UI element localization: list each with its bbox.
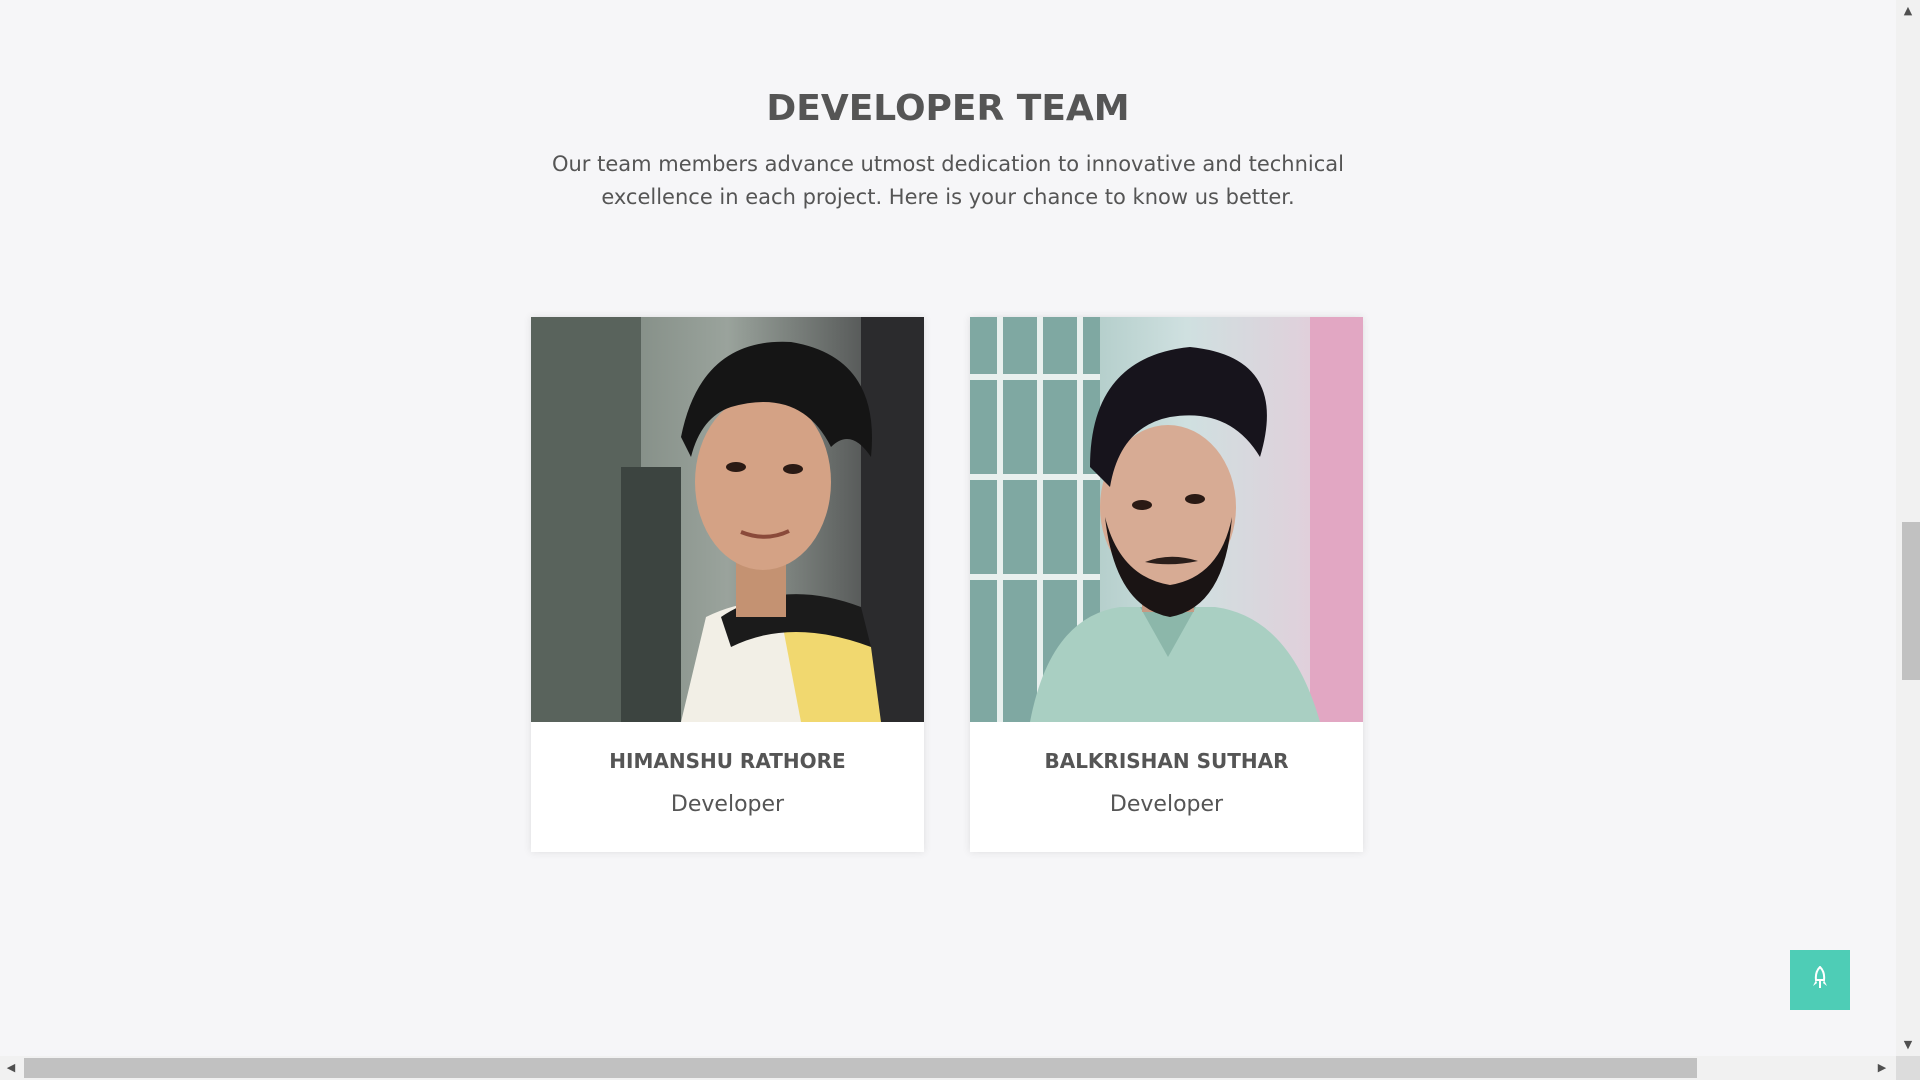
scroll-down-icon[interactable]: ▼ bbox=[1896, 1034, 1920, 1056]
section-title: DEVELOPER TEAM bbox=[766, 88, 1130, 129]
back-to-top-button[interactable] bbox=[1790, 950, 1850, 1010]
horizontal-scroll-thumb[interactable] bbox=[24, 1058, 1697, 1078]
scroll-left-icon[interactable]: ◀ bbox=[0, 1056, 22, 1080]
member-role: Developer bbox=[670, 792, 785, 817]
team-card-balkrishan: BALKRISHAN SUTHAR Developer bbox=[970, 317, 1363, 852]
vertical-scrollbar[interactable]: ▲ ▼ bbox=[1896, 0, 1920, 1056]
scroll-right-icon[interactable]: ▶ bbox=[1871, 1056, 1893, 1080]
section-subtitle: Our team members advance utmost dedicati… bbox=[551, 152, 1345, 209]
member-photo bbox=[970, 317, 1363, 722]
scroll-up-icon[interactable]: ▲ bbox=[1896, 0, 1920, 22]
horizontal-scrollbar[interactable]: ◀ ▶ bbox=[0, 1056, 1896, 1080]
team-card-himanshu: HIMANSHU RATHORE Developer bbox=[531, 317, 924, 852]
vertical-scroll-thumb[interactable] bbox=[1902, 522, 1920, 680]
member-role: Developer bbox=[1109, 792, 1224, 817]
member-name: HIMANSHU RATHORE bbox=[609, 749, 846, 773]
member-photo bbox=[531, 317, 924, 722]
rocket-icon bbox=[1811, 965, 1829, 994]
page-viewport: DEVELOPER TEAM Our team members advance … bbox=[0, 0, 1896, 1056]
member-name: BALKRISHAN SUTHAR bbox=[1044, 749, 1289, 773]
scrollbar-corner bbox=[1896, 1056, 1920, 1080]
